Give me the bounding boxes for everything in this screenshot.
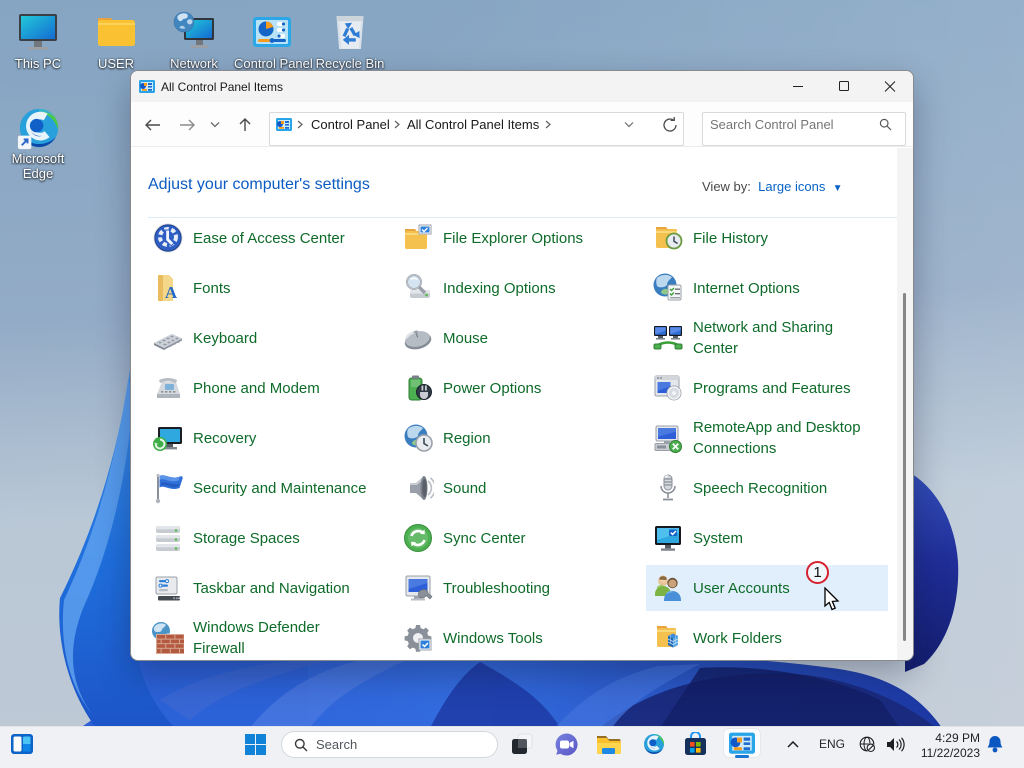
svg-text:A: A [165,283,178,302]
